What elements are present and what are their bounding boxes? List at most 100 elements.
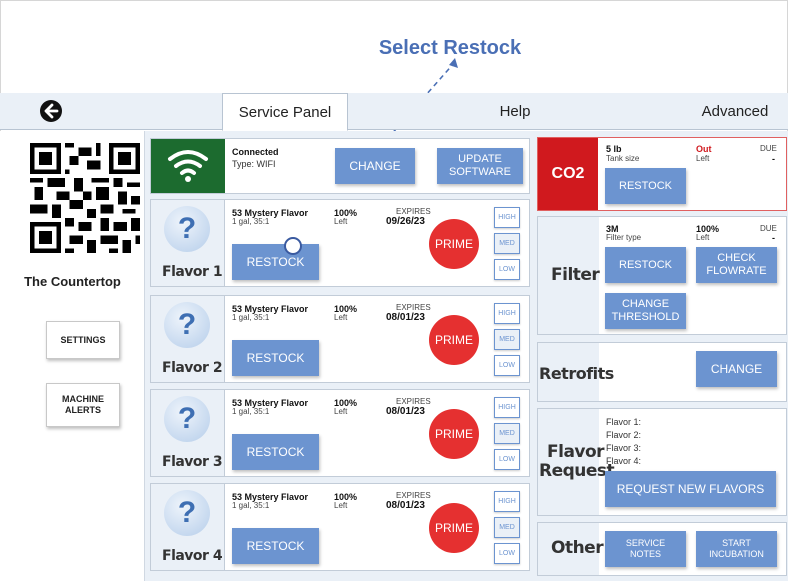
tab-service-panel[interactable]: Service Panel	[222, 93, 348, 131]
flavor-panel: ? Flavor 2 53 Mystery Flavor 1 gal, 35:1 100…	[150, 295, 530, 383]
change-threshold-button[interactable]: CHANGE THRESHOLD	[605, 293, 686, 329]
flavor-card: ? Flavor 2	[151, 296, 225, 382]
flavor-panel: ? Flavor 1 53 Mystery Flavor 1 gal, 35:1 100…	[150, 199, 530, 287]
co2-due-value: -	[772, 154, 775, 164]
filter-percent-label: Left	[696, 233, 710, 242]
question-mark-icon: ?	[164, 302, 210, 348]
cursor-indicator	[284, 237, 302, 255]
update-software-button[interactable]: UPDATE SOFTWARE	[437, 148, 523, 184]
question-mark-icon: ?	[164, 490, 210, 536]
back-arrow-icon[interactable]	[40, 100, 62, 122]
threshold-label-1: CHANGE	[621, 298, 670, 310]
wifi-status	[151, 139, 225, 193]
co2-status-label: Left	[696, 154, 710, 163]
restock-button[interactable]: RESTOCK	[232, 528, 319, 564]
flavor-request-label-1: Flavor	[547, 442, 605, 462]
check-label-2: FLOWRATE	[706, 265, 767, 277]
other-panel: Other SERVICE NOTES START INCUBATION	[537, 522, 787, 576]
prime-button[interactable]: PRIME	[429, 409, 479, 459]
expires-label: EXPIRES	[396, 303, 431, 312]
flavor-ratio: 1 gal, 35:1	[232, 313, 270, 322]
co2-status: Out	[696, 144, 712, 154]
co2-restock-button[interactable]: RESTOCK	[605, 168, 686, 204]
prime-button[interactable]: PRIME	[429, 503, 479, 553]
level-low-button[interactable]: LOW	[494, 355, 520, 376]
level-med-button[interactable]: MED	[494, 423, 520, 444]
flavor-ratio: 1 gal, 35:1	[232, 407, 270, 416]
incubation-label-1: START	[722, 538, 751, 548]
filter-panel: Filter 3M Filter type 100% Left DUE - RE…	[537, 216, 787, 335]
level-high-button[interactable]: HIGH	[494, 303, 520, 324]
other-label: Other	[551, 538, 604, 558]
expires-date: 08/01/23	[386, 406, 425, 417]
expires-label: EXPIRES	[396, 397, 431, 406]
level-low-button[interactable]: LOW	[494, 259, 520, 280]
expires-date: 08/01/23	[386, 500, 425, 511]
flavor-panel: ? Flavor 4 53 Mystery Flavor 1 gal, 35:1 100…	[150, 483, 530, 571]
connection-type: Type: WIFI	[232, 159, 276, 169]
question-mark-icon: ?	[164, 206, 210, 252]
wifi-icon	[168, 150, 208, 182]
filter-type-label: Filter type	[606, 233, 642, 242]
level-high-button[interactable]: HIGH	[494, 491, 520, 512]
expires-date: 09/26/23	[386, 216, 425, 227]
flavor-request-panel: Flavor Request Flavor 1: Flavor 2: Flavo…	[537, 408, 787, 516]
connection-panel: Connected Type: WIFI CHANGE UPDATE SOFTW…	[150, 138, 530, 194]
flavor-percent-label: Left	[334, 313, 348, 322]
qr-code[interactable]	[30, 143, 140, 253]
threshold-label-2: THRESHOLD	[611, 311, 680, 323]
request-new-flavors-button[interactable]: REQUEST NEW FLAVORS	[605, 471, 776, 507]
level-med-button[interactable]: MED	[494, 517, 520, 538]
retrofits-panel: Retrofits CHANGE	[537, 342, 787, 402]
co2-size: 5 lb	[606, 144, 622, 154]
level-med-button[interactable]: MED	[494, 329, 520, 350]
machine-alerts-button[interactable]: MACHINE ALERTS	[46, 383, 120, 427]
level-high-button[interactable]: HIGH	[494, 207, 520, 228]
tab-help[interactable]: Help	[470, 93, 560, 130]
flavor-ratio: 1 gal, 35:1	[232, 501, 270, 510]
flavor-request-3: Flavor 3:	[606, 443, 642, 453]
notes-label-1: SERVICE	[625, 538, 666, 548]
expires-label: EXPIRES	[396, 207, 431, 216]
machine-alerts-label-1: MACHINE	[62, 394, 104, 404]
prime-button[interactable]: PRIME	[429, 315, 479, 365]
flavor-slot-label: Flavor 2	[162, 360, 223, 376]
co2-panel: CO2 5 lb Tank size Out Left DUE - RESTOC…	[537, 137, 787, 211]
check-flowrate-button[interactable]: CHECK FLOWRATE	[696, 247, 777, 283]
connection-status: Connected	[232, 147, 279, 157]
filter-due-label: DUE	[760, 224, 777, 233]
level-low-button[interactable]: LOW	[494, 543, 520, 564]
expires-label: EXPIRES	[396, 491, 431, 500]
level-low-button[interactable]: LOW	[494, 449, 520, 470]
flavor-card: ? Flavor 4	[151, 484, 225, 570]
flavor-card: ? Flavor 1	[151, 200, 225, 286]
flavor-request-1: Flavor 1:	[606, 417, 642, 427]
prime-button[interactable]: PRIME	[429, 219, 479, 269]
retrofits-label: Retrofits	[539, 364, 614, 383]
retrofits-change-button[interactable]: CHANGE	[696, 351, 777, 387]
co2-due-label: DUE	[760, 144, 777, 153]
restock-button[interactable]: RESTOCK	[232, 340, 319, 376]
flavor-slot-label: Flavor 4	[162, 548, 223, 564]
level-high-button[interactable]: HIGH	[494, 397, 520, 418]
question-mark-icon: ?	[164, 396, 210, 442]
filter-due-value: -	[772, 233, 775, 243]
flavor-percent-label: Left	[334, 407, 348, 416]
update-label-1: UPDATE	[458, 153, 502, 165]
restock-button[interactable]: RESTOCK	[232, 244, 319, 280]
update-label-2: SOFTWARE	[449, 166, 511, 178]
settings-button[interactable]: SETTINGS	[46, 321, 120, 359]
flavor-percent-label: Left	[334, 501, 348, 510]
flavor-ratio: 1 gal, 35:1	[232, 217, 270, 226]
brand-name: The Countertop	[24, 274, 121, 289]
service-notes-button[interactable]: SERVICE NOTES	[605, 531, 686, 567]
restock-button[interactable]: RESTOCK	[232, 434, 319, 470]
level-med-button[interactable]: MED	[494, 233, 520, 254]
start-incubation-button[interactable]: START INCUBATION	[696, 531, 777, 567]
change-connection-button[interactable]: CHANGE	[335, 148, 415, 184]
filter-restock-button[interactable]: RESTOCK	[605, 247, 686, 283]
filter-label: Filter	[551, 265, 600, 285]
flavor-request-2: Flavor 2:	[606, 430, 642, 440]
tab-advanced[interactable]: Advanced	[690, 93, 780, 130]
check-label-1: CHECK	[717, 252, 756, 264]
